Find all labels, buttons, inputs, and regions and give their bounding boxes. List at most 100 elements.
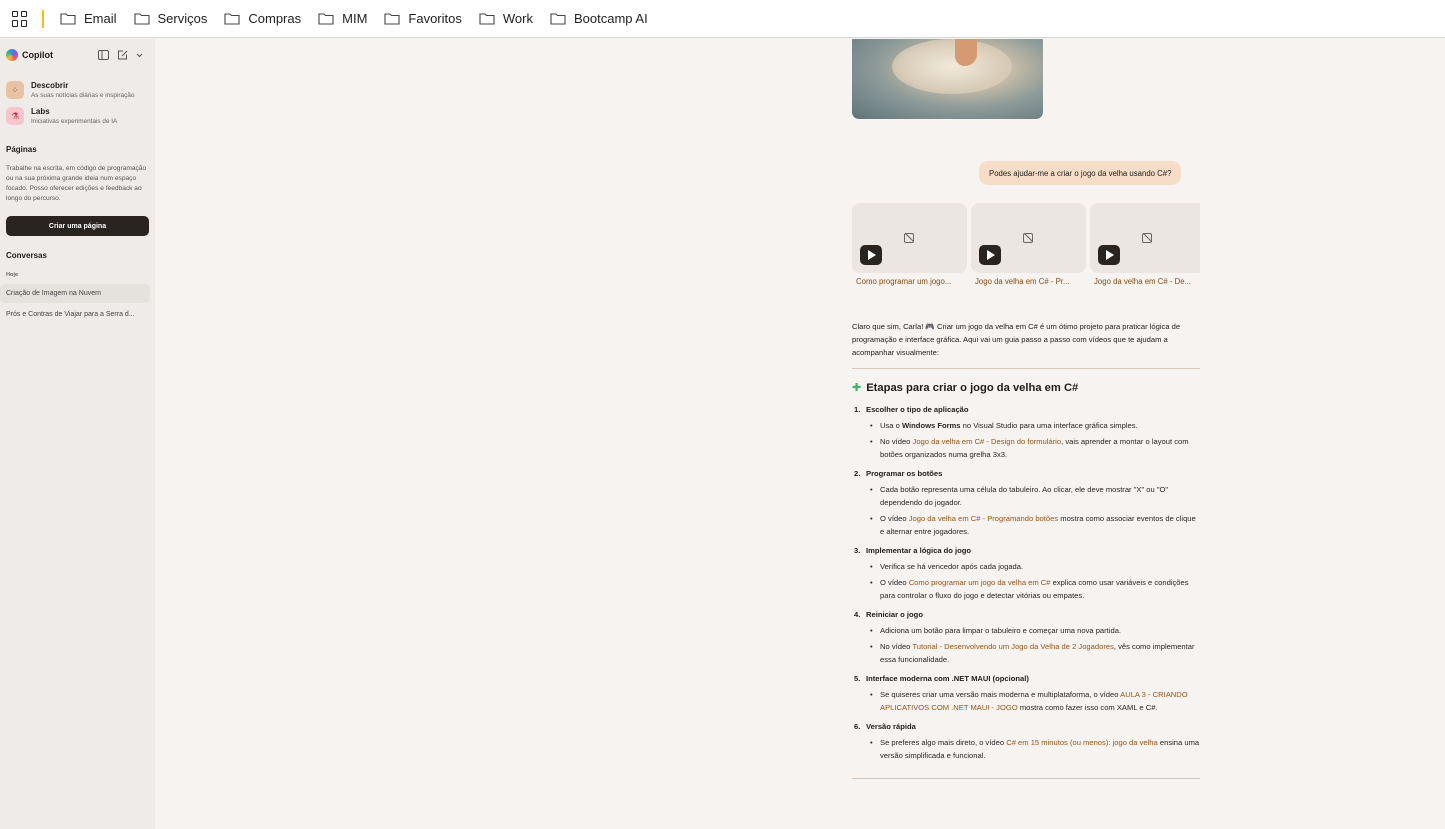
- video-card[interactable]: Como programar um jogo...: [852, 203, 967, 286]
- play-icon[interactable]: [1098, 245, 1120, 265]
- step-title: 4. Reiniciar o jogo: [852, 608, 1200, 621]
- folder-icon: [133, 13, 150, 25]
- step-number: 4.: [854, 610, 861, 619]
- puzzle-icon: ✚: [852, 382, 862, 394]
- bullet: No vídeo Jogo da velha em C# - Design do…: [870, 435, 1200, 461]
- divider: [852, 368, 1200, 369]
- chevron-down-icon[interactable]: [136, 53, 143, 58]
- video-card[interactable]: Jogo da velha em C# - Pr...: [971, 203, 1086, 286]
- pages-title: Páginas: [6, 145, 37, 154]
- generated-image[interactable]: [852, 39, 1043, 119]
- video-link[interactable]: C# em 15 minutos (ou menos): jogo da vel…: [1006, 738, 1158, 747]
- bullet-text: no Visual Studio para uma interface gráf…: [960, 421, 1138, 430]
- bookmarks-separator: [42, 9, 44, 28]
- bullet: O vídeo Jogo da velha em C# - Programand…: [870, 512, 1200, 538]
- nav-labs[interactable]: ⚗ Labs Iniciativas experimentais de IA: [0, 105, 155, 131]
- bookmark-folder-servicos[interactable]: Serviços: [133, 11, 208, 26]
- step-number: 1.: [854, 405, 861, 414]
- bullet: Se quiseres criar uma versão mais modern…: [870, 688, 1200, 714]
- video-link[interactable]: Jogo da velha em C# - Design do formulár…: [913, 437, 1062, 446]
- bookmark-folder-work[interactable]: Work: [479, 11, 533, 26]
- bullet-text: Cada botão representa uma célula do tabu…: [880, 485, 1169, 507]
- bookmark-label: Work: [502, 11, 533, 26]
- bullet-bold: Windows Forms: [901, 421, 961, 430]
- step-title-text: Programar os botões: [866, 469, 943, 478]
- video-link[interactable]: Tutorial - Desenvolvendo um Jogo da Velh…: [912, 642, 1114, 651]
- bullet-text: mostra como fazer isso com XAML e C#.: [1017, 703, 1158, 712]
- bookmark-folder-compras[interactable]: Compras: [224, 11, 301, 26]
- bullet-text: Verifica se há vencedor após cada jogada…: [880, 562, 1024, 571]
- bullet-text: No vídeo: [880, 642, 913, 651]
- nav-subtitle: Iniciativas experimentais de IA: [31, 118, 118, 125]
- bullet: No vídeo Tutorial - Desenvolvendo um Jog…: [870, 640, 1200, 666]
- folder-icon: [479, 13, 495, 25]
- video-title[interactable]: Jogo da velha em C# - De...: [1090, 277, 1200, 286]
- video-link[interactable]: Como programar um jogo da velha em C#: [909, 578, 1051, 587]
- sidebar-header: Copilot: [0, 39, 155, 71]
- folder-icon: [224, 13, 240, 25]
- video-title[interactable]: Jogo da velha em C# - Pr...: [971, 277, 1086, 286]
- step-title: 5. Interface moderna com .NET MAUI (opcio…: [852, 672, 1200, 685]
- divider: [852, 778, 1200, 779]
- step-title-text: Escolher o tipo de aplicação: [866, 405, 969, 414]
- bookmark-folder-email[interactable]: Email: [60, 11, 117, 26]
- video-carousel: Como programar um jogo... Jogo da velha …: [852, 203, 1200, 293]
- step-title: 6. Versão rápida: [852, 720, 1200, 733]
- bookmarks-bar: Email Serviços Compras MIM Favoritos Wor…: [0, 0, 1445, 38]
- new-chat-icon[interactable]: [117, 50, 128, 60]
- play-icon[interactable]: [860, 245, 882, 265]
- copilot-logo-icon: [6, 49, 18, 61]
- brand-name: Copilot: [22, 50, 53, 60]
- video-thumbnail: [971, 203, 1086, 273]
- bookmark-folder-favoritos[interactable]: Favoritos: [384, 11, 462, 26]
- intro-paragraph: Claro que sim, Carla! 🎮 Criar um jogo da…: [852, 322, 1181, 357]
- step-5: 5. Interface moderna com .NET MAUI (opcio…: [852, 672, 1200, 714]
- bullet-text: O vídeo: [880, 578, 909, 587]
- step-4: 4. Reiniciar o jogo Adiciona um botão par…: [852, 608, 1200, 666]
- video-link[interactable]: Jogo da velha em C# - Programando botões: [909, 514, 1058, 523]
- bookmark-label: Favoritos: [408, 11, 462, 26]
- step-title-text: Reiniciar o jogo: [866, 610, 923, 619]
- bullet: Cada botão representa uma célula do tabu…: [870, 483, 1200, 509]
- step-title: 2. Programar os botões: [852, 467, 1200, 480]
- video-thumbnail: [1090, 203, 1200, 273]
- folder-icon: [384, 13, 400, 25]
- step-6: 6. Versão rápida Se preferes algo mais di…: [852, 720, 1200, 762]
- bullet: Verifica se há vencedor após cada jogada…: [870, 560, 1200, 573]
- user-message: Podes ajudar-me a criar o jogo da velha …: [979, 161, 1182, 185]
- foot-shape: [955, 39, 977, 66]
- nav-title: Descobrir: [31, 81, 69, 90]
- sidebar-toggle-icon[interactable]: [98, 50, 109, 60]
- bookmark-folder-mim[interactable]: MIM: [318, 11, 367, 26]
- bookmark-label: Email: [84, 11, 117, 26]
- nav-descobrir[interactable]: ⁘ Descobrir As suas notícias diárias e i…: [0, 75, 155, 105]
- bullet-text: Adiciona um botão para limpar o tabuleir…: [880, 626, 1122, 635]
- bullet: Se preferes algo mais direto, o vídeo C#…: [870, 736, 1200, 762]
- step-number: 5.: [854, 674, 861, 683]
- video-thumbnail: [852, 203, 967, 273]
- bookmark-label: Serviços: [157, 11, 208, 26]
- bullet: O vídeo Como programar um jogo da velha …: [870, 576, 1200, 602]
- video-card[interactable]: Jogo da velha em C# - De...: [1090, 203, 1200, 286]
- step-title-text: Interface moderna com .NET MAUI (opciona…: [866, 674, 1029, 683]
- bookmark-folder-bootcamp-ai[interactable]: Bootcamp AI: [550, 11, 648, 26]
- sidebar: Copilot ⁘ Descobrir As suas notícias diá…: [0, 39, 155, 829]
- bookmark-label: MIM: [342, 11, 368, 26]
- step-number: 2.: [854, 469, 861, 478]
- video-title[interactable]: Como programar um jogo...: [852, 277, 967, 286]
- conversation-item[interactable]: Criação de Imagem na Nuvem: [0, 284, 150, 303]
- create-page-button[interactable]: Criar uma página: [6, 216, 149, 236]
- conversation-item[interactable]: Prós e Contras de Viajar para a Serra d.…: [0, 305, 150, 324]
- play-icon[interactable]: [979, 245, 1001, 265]
- chat-area: Podes ajudar-me a criar o jogo da velha …: [155, 39, 1445, 829]
- conversations-title: Conversas: [6, 251, 47, 260]
- step-title-text: Implementar a lógica do jogo: [866, 546, 972, 555]
- bullet-text: Se quiseres criar uma versão mais modern…: [880, 690, 1121, 699]
- cloud-shape: [892, 39, 1012, 94]
- step-number: 3.: [854, 546, 861, 555]
- step-1: 1. Escolher o tipo de aplicação Usa o Win…: [852, 403, 1200, 461]
- step-3: 3. Implementar a lógica do jogo Verifica …: [852, 544, 1200, 602]
- broken-image-icon: [904, 233, 914, 243]
- bullet-text: O vídeo: [880, 514, 909, 523]
- apps-grid-icon[interactable]: [12, 10, 28, 27]
